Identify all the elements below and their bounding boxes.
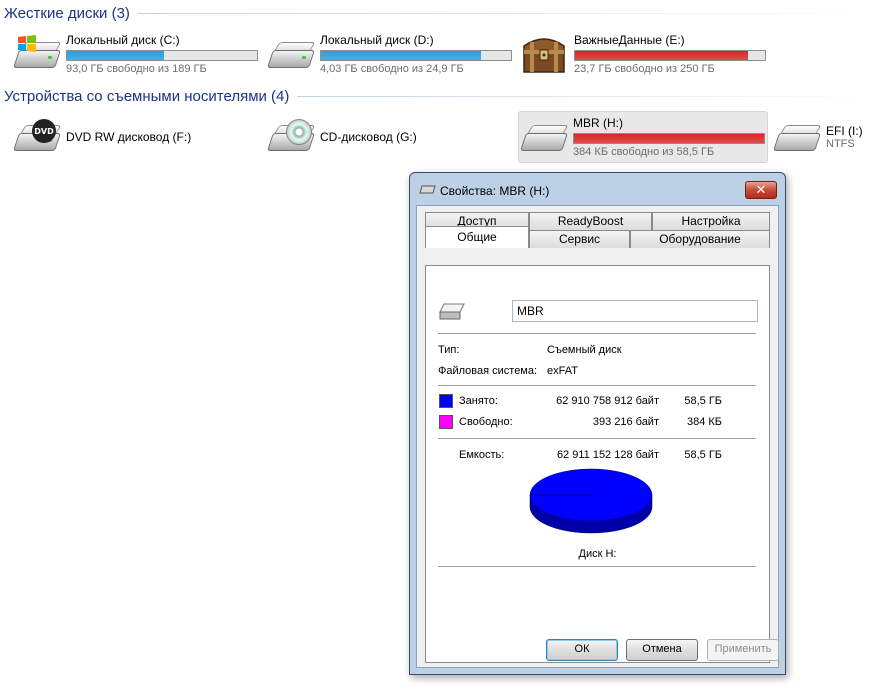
group-title: Жесткие диски (3): [4, 4, 130, 22]
cd-drive-icon: [266, 115, 316, 159]
close-button[interactable]: ✕: [745, 181, 777, 199]
apply-button[interactable]: Применить: [707, 639, 779, 661]
filesystem-label: Файловая система:: [438, 365, 538, 377]
drive-name: ВажныеДанные (E:): [574, 33, 685, 47]
used-bytes: 62 910 758 912 байт: [556, 395, 659, 407]
properties-dialog[interactable]: Свойства: MBR (H:) ✕ Доступ ReadyBoost Н…: [409, 172, 786, 675]
dialog-title: Свойства: MBR (H:): [440, 184, 550, 198]
removable-drive-icon: [519, 115, 569, 159]
used-size: 58,5 ГБ: [684, 395, 722, 407]
usage-bar: [573, 133, 765, 144]
tab-settings[interactable]: Настройка: [652, 212, 770, 230]
drive-free-space: 23,7 ГБ свободно из 250 ГБ: [574, 63, 715, 75]
drive-c[interactable]: Локальный диск (C:) 93,0 ГБ свободно из …: [12, 28, 262, 80]
usage-bar: [574, 50, 766, 61]
separator: [438, 438, 756, 439]
type-label: Тип:: [438, 344, 460, 356]
dialog-client: Доступ ReadyBoost Настройка Общие Сервис…: [416, 205, 779, 668]
drive-h[interactable]: MBR (H:) 384 КБ свободно из 58,5 ГБ: [518, 111, 768, 163]
group-header-removable[interactable]: Устройства со съемными носителями (4): [4, 86, 874, 106]
free-size: 384 КБ: [686, 416, 722, 428]
separator: [438, 566, 756, 567]
usage-bar: [320, 50, 512, 61]
capacity-size: 58,5 ГБ: [684, 449, 722, 461]
drive-name: Локальный диск (D:): [320, 33, 434, 47]
treasure-chest-icon: [520, 32, 570, 76]
type-value: Съемный диск: [547, 344, 622, 356]
removable-drive-icon: [439, 303, 465, 320]
removable-drive-icon: [419, 185, 436, 194]
filesystem-value: exFAT: [547, 365, 578, 377]
hard-drive-icon: [266, 32, 316, 76]
dialog-titlebar[interactable]: Свойства: MBR (H:) ✕: [410, 173, 785, 205]
ok-button[interactable]: ОК: [546, 639, 618, 661]
drive-free-space: 93,0 ГБ свободно из 189 ГБ: [66, 63, 207, 75]
drive-name: MBR (H:): [573, 116, 623, 130]
capacity-label: Емкость:: [459, 449, 505, 461]
used-space-swatch: [439, 394, 453, 408]
volume-name-input[interactable]: [512, 300, 758, 322]
drive-i[interactable]: EFI (I:) NTFS: [772, 111, 880, 163]
used-label: Занято:: [459, 395, 498, 407]
tab-general[interactable]: Общие: [425, 226, 529, 248]
dvd-drive-icon: DVD: [12, 115, 62, 159]
capacity-bytes: 62 911 152 128 байт: [556, 449, 659, 461]
windows-drive-icon: [12, 32, 62, 76]
drive-f[interactable]: DVD DVD RW дисковод (F:): [12, 111, 262, 163]
general-tab-panel: Тип: Съемный диск Файловая система: exFA…: [425, 265, 770, 663]
drive-name: EFI (I:): [826, 124, 863, 138]
disk-usage-pie-chart: [529, 468, 653, 534]
group-divider: [137, 12, 874, 14]
free-bytes: 393 216 байт: [592, 416, 659, 428]
separator: [438, 385, 756, 386]
drive-d[interactable]: Локальный диск (D:) 4,03 ГБ свободно из …: [266, 28, 516, 80]
drive-e[interactable]: ВажныеДанные (E:) 23,7 ГБ свободно из 25…: [520, 28, 770, 80]
group-title: Устройства со съемными носителями (4): [4, 87, 290, 105]
drive-free-space: 384 КБ свободно из 58,5 ГБ: [573, 146, 715, 158]
cancel-button[interactable]: Отмена: [626, 639, 698, 661]
drive-name: Локальный диск (C:): [66, 33, 180, 47]
drive-g[interactable]: CD-дисковод (G:): [266, 111, 516, 163]
free-space-swatch: [439, 415, 453, 429]
free-label: Свободно:: [459, 416, 513, 428]
drive-name: DVD RW дисковод (F:): [66, 130, 192, 144]
separator: [438, 333, 756, 334]
usage-bar: [66, 50, 258, 61]
group-divider: [297, 95, 874, 97]
drive-filesystem: NTFS: [826, 138, 855, 150]
tab-readyboost[interactable]: ReadyBoost: [529, 212, 652, 230]
tab-service[interactable]: Сервис: [529, 230, 630, 248]
removable-drive-icon: [772, 115, 822, 159]
drive-free-space: 4,03 ГБ свободно из 24,9 ГБ: [320, 63, 464, 75]
disk-label: Диск H:: [578, 548, 617, 560]
tab-hardware[interactable]: Оборудование: [630, 230, 770, 248]
drive-name: CD-дисковод (G:): [320, 130, 417, 144]
group-header-hard-disks[interactable]: Жесткие диски (3): [4, 3, 874, 23]
